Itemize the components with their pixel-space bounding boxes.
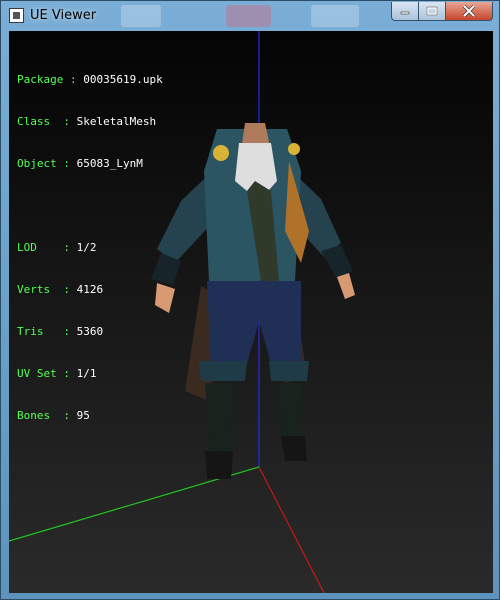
info-label: Tris <box>17 325 44 338</box>
character-model <box>151 123 355 479</box>
maximize-icon <box>426 6 438 16</box>
minimize-icon <box>400 11 410 15</box>
close-button[interactable] <box>446 2 493 21</box>
window-title: UE Viewer <box>30 8 97 23</box>
info-label: Verts <box>17 283 51 296</box>
info-row-lod: LOD : 1/2 <box>17 241 163 255</box>
info-row-object: Object : 65083_LynM <box>17 157 163 171</box>
info-value: 00035619.upk <box>83 73 163 86</box>
info-value: 5360 <box>76 325 104 338</box>
info-separator: : <box>56 157 77 170</box>
x-axis-line <box>258 466 325 593</box>
info-label: Class <box>17 115 51 128</box>
info-label: Package <box>17 73 64 86</box>
background-blur <box>121 5 161 27</box>
close-icon <box>462 5 476 17</box>
info-separator: : <box>43 325 77 338</box>
info-label: Object <box>17 157 57 170</box>
info-row-uvset: UV Set : 1/1 <box>17 367 163 381</box>
info-row-class: Class : SkeletalMesh <box>17 115 163 129</box>
info-value: 4126 <box>76 283 104 296</box>
info-row-verts: Verts : 4126 <box>17 283 163 297</box>
info-row-tris: Tris : 5360 <box>17 325 163 339</box>
3d-viewport[interactable]: Package : 00035619.upk Class : SkeletalM… <box>9 31 493 593</box>
info-value: 1/1 <box>76 367 97 380</box>
info-separator: : <box>36 241 77 254</box>
info-value: 65083_LynM <box>76 157 143 170</box>
title-bar[interactable]: UE Viewer <box>1 1 500 31</box>
info-value: 95 <box>76 409 90 422</box>
info-label: Bones <box>17 409 51 422</box>
info-separator: : <box>50 283 77 296</box>
app-icon <box>9 8 24 23</box>
background-blur <box>226 5 271 27</box>
info-label: LOD <box>17 241 37 254</box>
info-separator: : <box>63 73 84 86</box>
info-row-bones: Bones : 95 <box>17 409 163 423</box>
info-separator: : <box>50 409 77 422</box>
info-value: SkeletalMesh <box>76 115 157 128</box>
info-value: 1/2 <box>76 241 97 254</box>
minimize-button[interactable] <box>391 2 419 21</box>
info-separator: : <box>56 367 77 380</box>
model-info-panel: Package : 00035619.upk Class : SkeletalM… <box>17 45 163 451</box>
info-row-package: Package : 00035619.upk <box>17 73 163 87</box>
background-blur <box>311 5 359 27</box>
info-separator: : <box>50 115 77 128</box>
maximize-button[interactable] <box>419 2 446 21</box>
info-label: UV Set <box>17 367 57 380</box>
app-window: UE Viewer Package: 00035619.upk Class:… <box>0 0 500 600</box>
